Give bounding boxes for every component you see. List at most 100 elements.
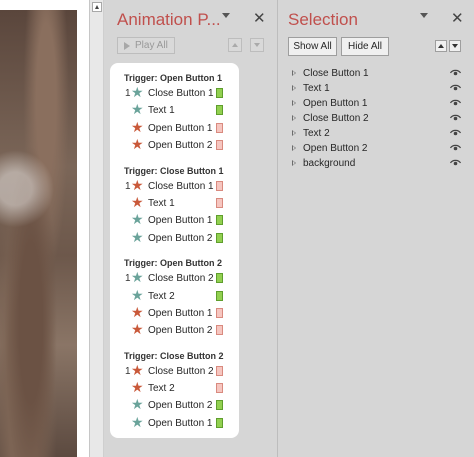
eye-icon[interactable]	[449, 114, 462, 122]
animation-item-name: Open Button 2	[148, 232, 213, 244]
animation-item[interactable]: ★ Text 2	[110, 288, 239, 305]
scroll-up-button[interactable]	[92, 2, 102, 12]
timing-bar[interactable]	[216, 232, 223, 243]
animation-pane: Animation P... ✕ Play All Trigger: Open …	[105, 0, 278, 457]
timing-bar[interactable]	[216, 197, 223, 208]
trigger-label[interactable]: Trigger: Open Button 1	[110, 71, 239, 85]
trigger-label[interactable]: Trigger: Close Button 1	[110, 164, 239, 178]
exit-effect-star-icon: ★	[131, 304, 144, 321]
trigger-group: Trigger: Open Button 2 1 ★ Close Button 2 ★ T…	[110, 256, 239, 349]
animation-item[interactable]: ★ Open Button 1	[110, 212, 239, 229]
timing-bar[interactable]	[216, 140, 223, 151]
animation-pane-close-icon[interactable]: ✕	[253, 9, 266, 27]
animation-item-name: Open Button 2	[148, 140, 213, 152]
animation-order-number: 1	[125, 88, 131, 99]
eye-icon[interactable]	[449, 99, 462, 107]
selection-item[interactable]: Text 2	[279, 127, 474, 142]
slide-scrollbar[interactable]	[90, 0, 104, 457]
animation-item[interactable]: ★ Text 2	[110, 380, 239, 397]
animation-pane-menu-chevron-down-icon[interactable]	[222, 13, 230, 18]
timing-bar[interactable]	[216, 290, 223, 301]
trigger-label[interactable]: Trigger: Open Button 2	[110, 256, 239, 270]
timing-bar[interactable]	[216, 273, 223, 284]
selection-item[interactable]: Open Button 1	[279, 97, 474, 112]
selection-item[interactable]: Close Button 2	[279, 112, 474, 127]
timing-bar[interactable]	[216, 417, 223, 428]
animation-item-name: Text 2	[148, 290, 175, 302]
animation-pane-title: Animation P...	[117, 10, 221, 29]
timing-bar[interactable]	[216, 383, 223, 394]
timing-bar[interactable]	[216, 215, 223, 226]
animation-item[interactable]: ★ Text 1	[110, 195, 239, 212]
play-all-button[interactable]: Play All	[117, 37, 175, 54]
animation-item[interactable]: ★ Open Button 2	[110, 230, 239, 247]
move-earlier-button[interactable]	[228, 38, 242, 52]
timing-bar[interactable]	[216, 105, 223, 116]
expand-chevron-right-icon[interactable]	[292, 145, 296, 151]
show-all-button[interactable]: Show All	[288, 37, 337, 56]
exit-effect-star-icon: ★	[131, 119, 144, 136]
animation-item[interactable]: ★ Text 1	[110, 102, 239, 119]
animation-item[interactable]: 1 ★ Close Button 2	[110, 270, 239, 287]
expand-chevron-right-icon[interactable]	[292, 100, 296, 106]
selection-pane-menu-chevron-down-icon[interactable]	[420, 13, 428, 18]
timing-bar[interactable]	[216, 88, 223, 98]
selection-item-name: Text 2	[303, 128, 330, 139]
arrow-down-icon	[254, 43, 260, 47]
timing-bar[interactable]	[216, 400, 223, 411]
timing-bar[interactable]	[216, 307, 223, 318]
timing-bar[interactable]	[216, 122, 223, 133]
timing-bar[interactable]	[216, 325, 223, 336]
bring-forward-button[interactable]	[435, 40, 447, 52]
expand-chevron-right-icon[interactable]	[292, 115, 296, 121]
timing-bar[interactable]	[216, 180, 223, 191]
eye-icon[interactable]	[449, 144, 462, 152]
animation-item[interactable]: 1 ★ Close Button 1	[110, 85, 239, 102]
send-backward-button[interactable]	[449, 40, 461, 52]
selection-item-name: Close Button 1	[303, 68, 369, 79]
trigger-label[interactable]: Trigger: Close Button 2	[110, 349, 239, 363]
selection-item-name: background	[303, 158, 356, 169]
arrow-down-icon	[452, 44, 458, 48]
selection-item-name: Text 1	[303, 83, 330, 94]
entrance-effect-star-icon: ★	[131, 287, 144, 304]
expand-chevron-right-icon[interactable]	[292, 130, 296, 136]
timing-bar[interactable]	[216, 365, 223, 376]
animation-item[interactable]: 1 ★ Close Button 1	[110, 178, 239, 195]
move-later-button[interactable]	[250, 38, 264, 52]
animation-item-name: Close Button 2	[148, 365, 214, 377]
animation-item-name: Text 2	[148, 383, 175, 395]
entrance-effect-star-icon: ★	[131, 397, 144, 414]
selection-pane-close-icon[interactable]: ✕	[451, 9, 464, 27]
animation-list: Trigger: Open Button 1 1 ★ Close Button 1 ★ T…	[110, 63, 239, 438]
entrance-effect-star-icon: ★	[131, 270, 144, 287]
animation-item-name: Close Button 2	[148, 273, 214, 285]
animation-item[interactable]: ★ Open Button 2	[110, 322, 239, 339]
selection-item[interactable]: Close Button 1	[279, 67, 474, 82]
slide-canvas[interactable]	[0, 0, 90, 457]
eye-icon[interactable]	[449, 69, 462, 77]
animation-item[interactable]: ★ Open Button 2	[110, 137, 239, 154]
animation-item[interactable]: ★ Open Button 2	[110, 397, 239, 414]
hide-all-button[interactable]: Hide All	[341, 37, 389, 56]
selection-item-name: Close Button 2	[303, 113, 369, 124]
animation-item[interactable]: 1 ★ Close Button 2	[110, 363, 239, 380]
eye-icon[interactable]	[449, 159, 462, 167]
animation-order-number: 1	[125, 180, 131, 192]
selection-item-name: Open Button 2	[303, 143, 368, 154]
trigger-group: Trigger: Close Button 2 1 ★ Close Button 2 ★…	[110, 349, 239, 433]
trigger-group: Trigger: Close Button 1 1 ★ Close Button 1 ★…	[110, 164, 239, 257]
expand-chevron-right-icon[interactable]	[292, 70, 296, 76]
selection-item[interactable]: background	[279, 157, 474, 172]
animation-item[interactable]: ★ Open Button 1	[110, 305, 239, 322]
animation-item-name: Open Button 1	[148, 122, 213, 134]
eye-icon[interactable]	[449, 84, 462, 92]
expand-chevron-right-icon[interactable]	[292, 160, 296, 166]
expand-chevron-right-icon[interactable]	[292, 85, 296, 91]
selection-item[interactable]: Open Button 2	[279, 142, 474, 157]
animation-item[interactable]: ★ Open Button 1	[110, 415, 239, 432]
selection-list: Close Button 1 Text 1 Open Button 1 Close B…	[279, 67, 474, 172]
selection-item[interactable]: Text 1	[279, 82, 474, 97]
animation-item[interactable]: ★ Open Button 1	[110, 120, 239, 137]
eye-icon[interactable]	[449, 129, 462, 137]
